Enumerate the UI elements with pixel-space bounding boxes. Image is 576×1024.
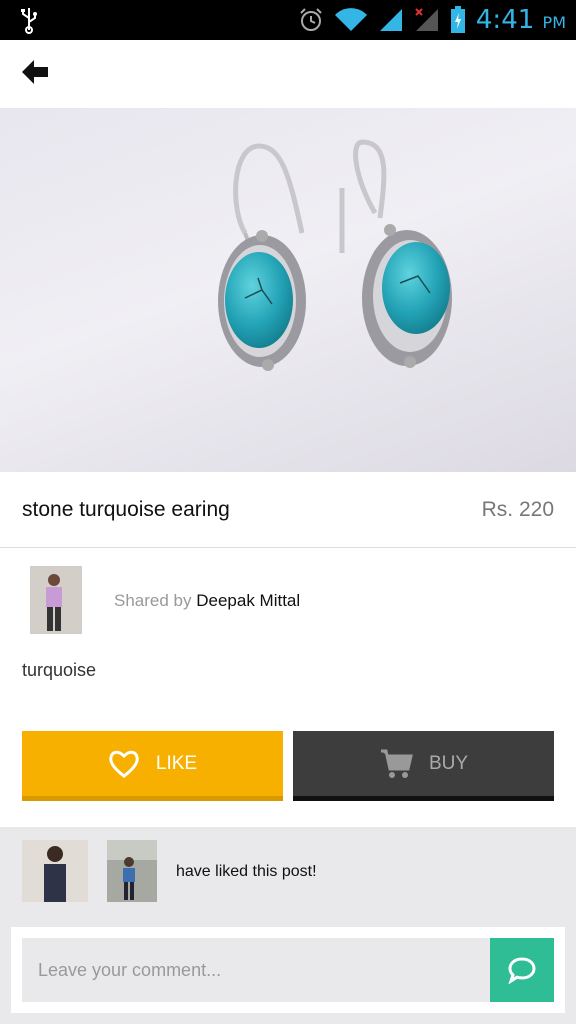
back-arrow-icon[interactable]: [18, 56, 54, 88]
no-signal-icon: [415, 8, 438, 31]
liked-text: have liked this post!: [176, 863, 317, 880]
person-photo: [30, 566, 82, 634]
like-button[interactable]: LIKE: [22, 731, 283, 801]
alarm-icon: [300, 8, 322, 31]
comment-input[interactable]: [22, 938, 490, 1002]
earrings-illustration: [218, 139, 452, 371]
sharer-name[interactable]: Deepak Mittal: [196, 591, 300, 610]
likes-section: have liked this post!: [0, 827, 576, 1024]
product-title-bar: stone turquoise earing Rs. 220: [0, 472, 576, 548]
top-bar: [0, 40, 576, 108]
product-title: stone turquoise earing: [22, 498, 230, 521]
product-description: turquoise: [22, 660, 97, 680]
liker-avatar[interactable]: [22, 840, 88, 902]
signal-icon: [379, 9, 402, 31]
wifi-icon: [334, 8, 367, 31]
usb-icon: [21, 8, 37, 34]
cart-icon: [380, 749, 413, 778]
shared-by-text: Shared by Deepak Mittal: [114, 591, 301, 610]
heart-icon: [109, 750, 139, 778]
person-photo: [107, 840, 157, 902]
chat-bubble-icon: [508, 957, 536, 984]
battery-charging-icon: [450, 6, 465, 33]
buy-button[interactable]: BUY: [293, 731, 554, 801]
avatar[interactable]: [30, 566, 82, 634]
clock: 4:41 PM: [475, 5, 566, 35]
status-bar: 4:41 PM: [0, 0, 576, 40]
like-label: LIKE: [155, 752, 198, 774]
send-comment-button[interactable]: [490, 938, 554, 1002]
product-price: Rs. 220: [481, 498, 554, 521]
shared-by-section: Shared by Deepak Mittal: [0, 548, 576, 648]
product-image: [0, 108, 576, 472]
buy-label: BUY: [428, 752, 469, 774]
comment-box: [11, 927, 565, 1013]
person-photo: [22, 840, 88, 902]
liker-avatar[interactable]: [107, 840, 157, 902]
